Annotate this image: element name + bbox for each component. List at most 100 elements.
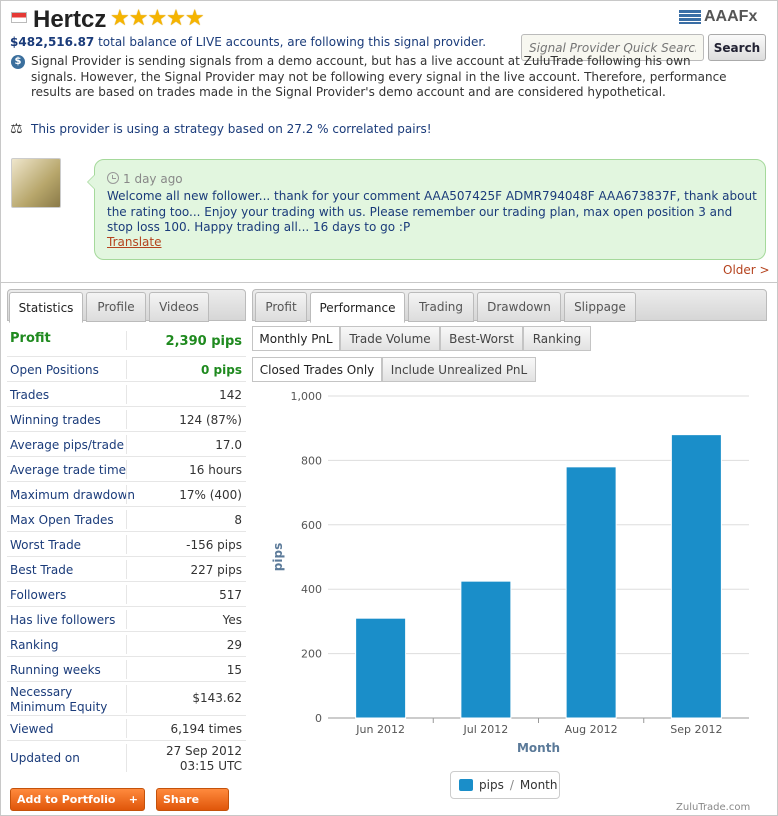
stat-row-open-positions: Open Positions 0 pips [7, 357, 246, 382]
stat-row-min-equity: Necessary Minimum Equity $143.62 [7, 682, 246, 716]
stat-label: Has live followers [10, 613, 116, 627]
stat-value: 17.0 [215, 438, 242, 452]
stat-row-max-drawdown: Maximum drawdown 17% (400) [7, 482, 246, 507]
stat-label: Running weeks [10, 663, 101, 677]
filter-unrealized-pnl[interactable]: Include Unrealized PnL [382, 357, 536, 382]
stat-label: Updated on [10, 751, 80, 765]
stat-row-running-weeks: Running weeks 15 [7, 657, 246, 682]
subtab-monthly-pnl[interactable]: Monthly PnL [252, 326, 340, 351]
stat-value: 17% (400) [179, 488, 242, 502]
stat-label: Maximum drawdown [10, 488, 136, 502]
broker-name: AAAFx [704, 8, 758, 25]
bar [355, 617, 407, 719]
tab-profile[interactable]: Profile [86, 292, 146, 322]
provider-name: Hertcz [33, 6, 107, 33]
stat-value: $143.62 [192, 691, 242, 705]
footer-credit: ZuluTrade.com [676, 802, 751, 813]
stat-label: Necessary Minimum Equity [10, 685, 108, 714]
stat-label: Profit [10, 331, 51, 346]
y-axis-title: pips [271, 543, 285, 571]
y-tick-label: 800 [301, 454, 322, 467]
share-button[interactable]: Share [156, 788, 229, 811]
stat-value: 2,390 pips [165, 334, 242, 349]
y-tick-label: 200 [301, 648, 322, 661]
comment-text: Welcome all new follower... thank for yo… [107, 189, 757, 234]
tab-performance[interactable]: Performance [310, 292, 405, 323]
stat-row-max-open-trades: Max Open Trades 8 [7, 507, 246, 532]
monthly-pnl-chart: 0 200 400 600 800 1,000 Jun 2012 Jul 2012 Aug 20… [271, 390, 749, 755]
legend-x: Month [519, 778, 558, 792]
stat-label: Trades [10, 388, 50, 402]
stat-row-live-followers: Has live followers Yes [7, 607, 246, 632]
x-tick-label: Jul 2012 [462, 723, 508, 736]
tab-trading[interactable]: Trading [408, 292, 474, 322]
stat-row-avg-trade-time: Average trade time 16 hours [7, 457, 246, 482]
statistics-table: Profit 2,390 pips Open Positions 0 pips Tr… [7, 328, 246, 775]
balance-scale-icon: ⚖ [10, 121, 23, 137]
stat-value: 142 [219, 388, 242, 402]
y-tick-label: 600 [301, 519, 322, 532]
subtab-best-worst[interactable]: Best-Worst [440, 326, 523, 351]
stat-value: 0 pips [201, 363, 242, 377]
translate-link[interactable]: Translate [107, 235, 162, 249]
stat-value: 16 hours [189, 463, 242, 477]
stat-label: Max Open Trades [10, 513, 114, 527]
balance-text: total balance of LIVE accounts, are foll… [94, 35, 487, 49]
stat-value: 517 [219, 588, 242, 602]
stat-label: Winning trades [10, 413, 101, 427]
stat-label: Best Trade [10, 563, 74, 577]
chart-legend[interactable]: pips / Month [450, 771, 560, 799]
stat-value: 8 [234, 513, 242, 527]
add-to-portfolio-label: Add to Portfolio [17, 793, 116, 806]
tab-drawdown[interactable]: Drawdown [477, 292, 561, 322]
subtab-trade-volume[interactable]: Trade Volume [340, 326, 440, 351]
x-tick-label: Aug 2012 [565, 723, 618, 736]
legend-swatch-icon [459, 779, 473, 791]
y-tick-label: 1,000 [291, 390, 323, 403]
stat-value: 27 Sep 2012 03:15 UTC [165, 744, 242, 773]
rating-stars-icon: ★★★★★ [110, 6, 205, 31]
stat-row-followers: Followers 517 [7, 582, 246, 607]
stat-row-viewed: Viewed 6,194 times [7, 716, 246, 741]
stat-value: 124 (87%) [179, 413, 242, 427]
stat-value: -156 pips [186, 538, 242, 552]
stat-row-avg-pips: Average pips/trade 17.0 [7, 432, 246, 457]
legend-series: pips [479, 778, 504, 792]
x-axis-title: Month [517, 741, 560, 755]
correlation-notice: This provider is using a strategy based … [31, 122, 432, 136]
legend-separator: / [509, 778, 514, 792]
broker-logo: AAAFx [679, 8, 757, 26]
tab-profit[interactable]: Profit [255, 292, 307, 322]
clock-icon [107, 172, 119, 184]
x-tick-label: Jun 2012 [355, 723, 405, 736]
stat-label: Ranking [10, 638, 59, 652]
stat-label: Worst Trade [10, 538, 82, 552]
add-to-portfolio-button[interactable]: Add to Portfolio + [10, 788, 145, 811]
subtab-ranking[interactable]: Ranking [523, 326, 591, 351]
tab-statistics[interactable]: Statistics [9, 292, 83, 323]
tab-videos[interactable]: Videos [149, 292, 209, 322]
provider-avatar[interactable] [11, 158, 61, 208]
stat-value: 6,194 times [170, 722, 242, 736]
y-tick-label: 400 [301, 583, 322, 596]
stat-row-ranking: Ranking 29 [7, 632, 246, 657]
comment-time: 1 day ago [123, 172, 183, 186]
country-flag-icon [11, 12, 27, 23]
older-comments-link[interactable]: Older > [723, 263, 770, 277]
balance-amount: $482,516.87 [10, 35, 95, 49]
stat-row-winning-trades: Winning trades 124 (87%) [7, 407, 246, 432]
tab-slippage[interactable]: Slippage [564, 292, 636, 322]
stat-label: Open Positions [10, 363, 99, 377]
dollar-icon: $ [11, 55, 25, 69]
filter-closed-trades[interactable]: Closed Trades Only [252, 357, 382, 382]
stat-value: 29 [226, 638, 242, 652]
stat-label: Viewed [10, 722, 54, 736]
divider [0, 282, 778, 283]
bar [670, 434, 722, 719]
stat-value: Yes [222, 613, 242, 627]
plus-icon: + [128, 793, 138, 806]
stat-row-trades: Trades 142 [7, 382, 246, 407]
stat-row-profit: Profit 2,390 pips [7, 328, 246, 357]
stat-row-best-trade: Best Trade 227 pips [7, 557, 246, 582]
broker-logo-icon [679, 10, 701, 24]
